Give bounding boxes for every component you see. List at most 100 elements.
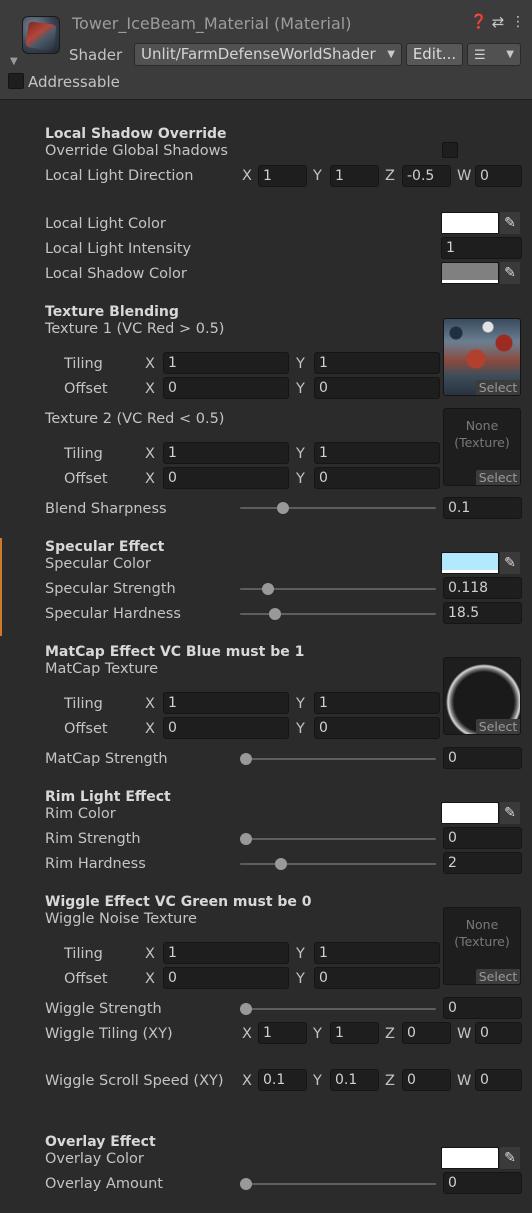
axis-y-label: Y [296,696,305,712]
wiggle-tiling-z-field[interactable]: 0 [402,1022,451,1044]
texture1-tiling-y-field[interactable]: 1 [314,352,440,374]
foldout-arrow-icon[interactable]: ▼ [10,56,18,67]
shader-dropdown[interactable]: Unlit/FarmDefenseWorldShader ▼ [134,43,402,66]
wiggle-noise-texture-slot[interactable]: None (Texture) Select [443,907,521,985]
addressable-checkbox[interactable] [8,73,24,89]
texture1-slot[interactable]: Select [443,318,521,396]
matcap-tiling-label: Tiling [64,696,103,712]
texture1-tiling-x-field[interactable]: 1 [163,352,289,374]
specular-strength-slider-handle[interactable] [261,583,274,595]
texture2-offset-x-field[interactable]: 0 [163,467,289,489]
specular-hardness-slider-handle[interactable] [269,608,282,620]
help-icon[interactable]: ❓ [470,14,487,30]
blend-sharpness-slider-track[interactable] [240,507,436,509]
matcap-strength-slider-handle[interactable] [240,753,252,765]
rim-strength-field[interactable]: 0 [443,827,522,849]
matcap-strength-slider-track[interactable] [240,758,436,760]
blend-sharpness-slider-handle[interactable] [276,502,289,514]
specular-strength-field[interactable]: 0.118 [443,577,522,599]
specular-color-swatch[interactable] [441,552,499,574]
local-light-color-swatch[interactable] [441,212,499,234]
matcap-tiling-y-field[interactable]: 1 [314,692,440,714]
wiggle-scroll-z-field[interactable]: 0 [402,1069,451,1091]
override-global-shadows-checkbox[interactable] [442,142,458,158]
axis-w-label: W [457,168,472,184]
axis-x-label: X [242,1073,252,1089]
light-direction-x-field[interactable]: 1 [258,165,307,187]
wiggle-select-button[interactable]: Select [476,969,520,984]
preset-icon[interactable]: ⇄ [490,14,506,30]
addressable-label: Addressable [28,73,120,91]
rim-strength-slider-handle[interactable] [240,833,252,845]
wiggle-tex-tiling-y-field[interactable]: 1 [314,942,440,964]
edit-shader-button[interactable]: Edit... [406,43,463,66]
wiggle-tiling-y-field[interactable]: 1 [330,1022,379,1044]
eyedropper-icon[interactable]: ✎ [500,262,520,284]
overlay-color-swatch[interactable] [441,1147,499,1169]
shader-options-dropdown[interactable]: ☰ ▼ [467,43,521,66]
section-title-matcap: MatCap Effect VC Blue must be 1 [45,644,305,660]
rim-hardness-slider-track[interactable] [240,863,436,865]
wiggle-scroll-w-field[interactable]: 0 [475,1069,522,1091]
wiggle-tex-offset-x-field[interactable]: 0 [163,967,289,989]
section-spacer [0,120,2,300]
texture2-select-button[interactable]: Select [476,470,520,485]
matcap-offset-y-field[interactable]: 0 [314,717,440,739]
rim-hardness-field[interactable]: 2 [443,852,522,874]
local-shadow-color-swatch[interactable] [441,262,499,284]
wiggle-scroll-speed-label: Wiggle Scroll Speed (XY) [45,1073,224,1089]
texture2-offset-y-field[interactable]: 0 [314,467,440,489]
matcap-tiling-x-field[interactable]: 1 [163,692,289,714]
wiggle-tiling-x-field[interactable]: 1 [258,1022,307,1044]
section-title-specular: Specular Effect [45,539,165,555]
texture2-tiling-y-field[interactable]: 1 [314,442,440,464]
specular-hardness-field[interactable]: 18.5 [443,602,522,624]
matcap-select-button[interactable]: Select [476,719,520,734]
local-light-intensity-field[interactable]: 1 [441,237,522,259]
matcap-texture-slot[interactable]: Select [443,657,521,735]
eyedropper-icon[interactable]: ✎ [500,1147,520,1169]
light-direction-w-field[interactable]: 0 [475,165,522,187]
wiggle-tiling-label: Tiling [64,946,103,962]
blend-sharpness-field[interactable]: 0.1 [443,497,522,519]
light-direction-z-field[interactable]: -0.5 [402,165,451,187]
eyedropper-icon[interactable]: ✎ [500,212,520,234]
matcap-strength-field[interactable]: 0 [443,747,522,769]
rim-strength-slider-track[interactable] [240,838,436,840]
section-title-rim: Rim Light Effect [45,789,171,805]
wiggle-strength-slider-track[interactable] [240,1008,436,1010]
texture1-offset-x-field[interactable]: 0 [163,377,289,399]
axis-x-label: X [242,168,252,184]
axis-x-label: X [145,356,155,372]
axis-z-label: Z [385,1026,395,1042]
wiggle-scroll-y-field[interactable]: 0.1 [330,1069,379,1091]
wiggle-strength-field[interactable]: 0 [443,997,522,1019]
overlay-amount-label: Overlay Amount [45,1176,163,1192]
light-direction-y-field[interactable]: 1 [330,165,379,187]
texture2-slot[interactable]: None (Texture) Select [443,408,521,486]
axis-x-label: X [145,971,155,987]
texture1-offset-y-field[interactable]: 0 [314,377,440,399]
wiggle-tiling-xy-label: Wiggle Tiling (XY) [45,1026,173,1042]
wiggle-strength-slider-handle[interactable] [240,1003,252,1015]
rim-color-swatch[interactable] [441,802,499,824]
overlay-amount-slider-track[interactable] [240,1183,436,1185]
texture1-select-button[interactable]: Select [476,380,520,395]
local-light-intensity-label: Local Light Intensity [45,241,192,257]
texture2-tiling-x-field[interactable]: 1 [163,442,289,464]
matcap-offset-x-field[interactable]: 0 [163,717,289,739]
rim-color-label: Rim Color [45,806,116,822]
eyedropper-icon[interactable]: ✎ [500,802,520,824]
wiggle-scroll-x-field[interactable]: 0.1 [258,1069,307,1091]
wiggle-tex-offset-y-field[interactable]: 0 [314,967,440,989]
wiggle-tex-tiling-x-field[interactable]: 1 [163,942,289,964]
section-title-local-shadow: Local Shadow Override [45,126,227,142]
overlay-amount-field[interactable]: 0 [443,1172,522,1194]
matcap-texture-label: MatCap Texture [45,661,158,677]
wiggle-tiling-w-field[interactable]: 0 [475,1022,522,1044]
more-menu-icon[interactable]: ⋮ [510,14,526,30]
eyedropper-icon[interactable]: ✎ [500,552,520,574]
rim-hardness-slider-handle[interactable] [274,858,287,870]
overlay-amount-slider-handle[interactable] [240,1178,252,1190]
section-title-wiggle: Wiggle Effect VC Green must be 0 [45,894,312,910]
